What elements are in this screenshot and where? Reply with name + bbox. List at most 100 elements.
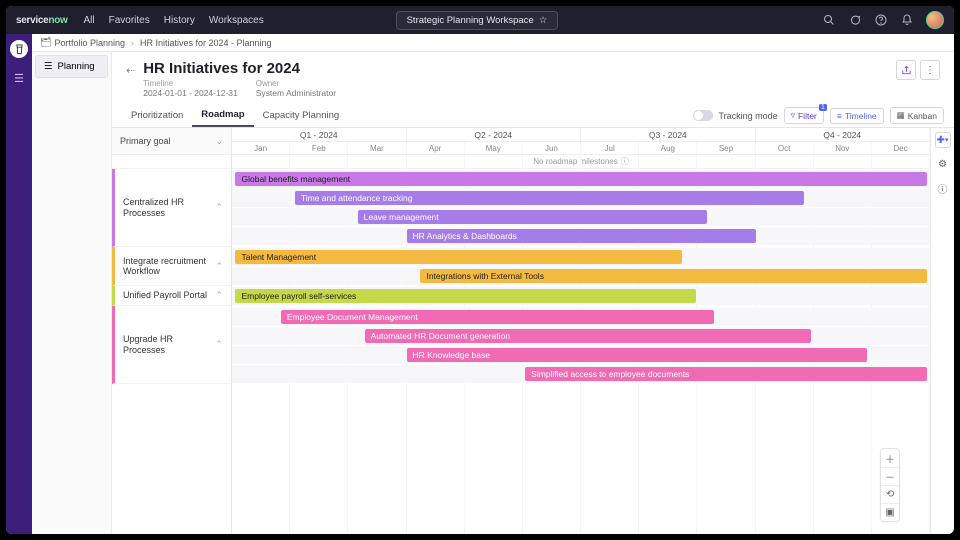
meta-owner-value: System Administrator <box>256 88 336 98</box>
kanban-view-label: Kanban <box>908 111 937 121</box>
chevron-up-icon: ⌃ <box>215 339 223 349</box>
goal-upgrade-hr[interactable]: Upgrade HR Processes ⌃ <box>112 306 231 384</box>
grouping-header[interactable]: Primary goal ⌄ <box>112 128 231 155</box>
bar-leave-mgmt[interactable]: Leave management <box>358 210 707 224</box>
app-chip-icon[interactable] <box>10 40 28 58</box>
chevron-up-icon: ⌃ <box>215 202 223 212</box>
workspace-label: Strategic Planning Workspace <box>407 15 534 26</box>
q-label: Q3 - 2024 <box>581 128 756 141</box>
filter-label: Filter <box>798 111 817 121</box>
chat-icon[interactable] <box>848 13 862 27</box>
bar-talent-mgmt[interactable]: Talent Management <box>235 250 682 264</box>
meta-timeline-value: 2024-01-01 - 2024-12-31 <box>143 88 238 98</box>
star-icon: ☆ <box>539 15 548 26</box>
global-nav: servicenow All Favorites History Workspa… <box>6 6 954 34</box>
info-icon[interactable]: ⓘ <box>935 180 951 196</box>
m-label: Aug <box>639 142 697 154</box>
page-title: HR Initiatives for 2024 <box>143 60 336 77</box>
chevron-down-icon: ⌄ <box>215 136 223 147</box>
brand-text-accent: now <box>48 15 67 26</box>
help-icon[interactable] <box>874 13 888 27</box>
left-panel: ☰ Planning <box>32 52 112 534</box>
m-label: May <box>465 142 523 154</box>
bar-time-attendance[interactable]: Time and attendance tracking <box>295 191 805 205</box>
bar-hr-knowledge[interactable]: HR Knowledge base <box>407 348 868 362</box>
month-header: Jan Feb Mar Apr May Jun Jul Aug Sep Oct <box>232 142 930 155</box>
goal-label: Unified Payroll Portal <box>123 290 207 300</box>
m-label: Nov <box>814 142 872 154</box>
roadmap-side: Primary goal ⌄ Centralized HR Processes ⌃… <box>112 128 232 534</box>
goal-recruitment[interactable]: Integrate recruitment Workflow⌃ <box>112 247 231 286</box>
tracking-mode-toggle[interactable] <box>693 110 713 121</box>
briefcase-icon: 🗂 <box>40 37 51 48</box>
tab-prioritization[interactable]: Prioritization <box>122 105 192 126</box>
tab-bar: Prioritization Roadmap Capacity Planning… <box>112 104 954 128</box>
crumb-sep: › <box>131 38 134 48</box>
bar-payroll-self[interactable]: Employee payroll self-services <box>235 289 696 303</box>
bar-auto-hr-doc[interactable]: Automated HR Document generation <box>365 329 812 343</box>
q-label: Q4 - 2024 <box>756 128 931 141</box>
left-panel-item-planning[interactable]: ☰ Planning <box>35 55 108 78</box>
more-button[interactable]: ⋮ <box>920 60 940 80</box>
goal-label: Upgrade HR Processes <box>123 334 211 355</box>
brand-logo: servicenow <box>16 15 68 26</box>
zoom-in-button[interactable]: ＋ <box>881 449 899 467</box>
nav-links: All Favorites History Workspaces <box>84 15 264 26</box>
left-panel-label: Planning <box>58 61 95 72</box>
nav-all[interactable]: All <box>84 15 95 26</box>
workspace-pill[interactable]: Strategic Planning Workspace ☆ <box>396 11 559 30</box>
nav-workspaces[interactable]: Workspaces <box>209 15 264 26</box>
zoom-fit-button[interactable]: ▣ <box>881 503 899 521</box>
m-label: Feb <box>290 142 348 154</box>
bar-hr-analytics[interactable]: HR Analytics & Dashboards <box>407 229 756 243</box>
goal-centralized-hr[interactable]: Centralized HR Processes ⌃ <box>112 169 231 247</box>
back-icon[interactable]: ⇠ <box>126 64 135 77</box>
list-icon: ☰ <box>44 61 53 72</box>
crumb-current[interactable]: HR Initiatives for 2024 - Planning <box>140 38 272 48</box>
m-label: Mar <box>348 142 406 154</box>
goal-payroll[interactable]: Unified Payroll Portal⌃ <box>112 286 231 306</box>
timeline-icon: ≡ <box>837 111 842 121</box>
kanban-view-button[interactable]: ▦Kanban <box>890 107 944 124</box>
header-actions: ⋮ <box>896 60 940 80</box>
crumb-label: Portfolio Planning <box>54 38 125 48</box>
page-meta: Timeline2024-01-01 - 2024-12-31 OwnerSys… <box>143 79 336 98</box>
kanban-icon: ▦ <box>897 110 905 121</box>
search-icon[interactable] <box>822 13 836 27</box>
nav-favorites[interactable]: Favorites <box>109 15 150 26</box>
meta-timeline-label: Timeline <box>143 79 238 88</box>
nav-history[interactable]: History <box>164 15 195 26</box>
settings-icon[interactable]: ⚙ <box>935 156 951 172</box>
roadmap-chart[interactable]: Q1 - 2024 Q2 - 2024 Q3 - 2024 Q4 - 2024 … <box>232 128 930 534</box>
bar-emp-doc-mgmt[interactable]: Employee Document Management <box>281 310 714 324</box>
q-label: Q1 - 2024 <box>232 128 407 141</box>
zoom-out-button[interactable]: － <box>881 467 899 485</box>
timeline-view-button[interactable]: ≡Timeline <box>830 108 884 124</box>
crumb-portfolio[interactable]: 🗂Portfolio Planning <box>40 37 125 48</box>
bell-icon[interactable] <box>900 13 914 27</box>
m-label: Oct <box>756 142 814 154</box>
goal-label: Centralized HR Processes <box>123 197 211 218</box>
bar-integrations[interactable]: Integrations with External Tools <box>420 269 926 283</box>
tab-roadmap[interactable]: Roadmap <box>192 104 253 127</box>
chevron-up-icon: ⌃ <box>215 261 223 271</box>
zoom-reset-button[interactable]: ⟲ <box>881 485 899 503</box>
collapse-rail-icon[interactable]: ☰ <box>14 72 24 85</box>
tab-capacity[interactable]: Capacity Planning <box>254 105 349 126</box>
filter-button[interactable]: ▿ Filter 1 <box>784 107 824 124</box>
add-item-button[interactable]: ✚▾ <box>935 132 951 148</box>
brand-text: service <box>16 15 48 26</box>
filter-icon: ▿ <box>791 110 795 121</box>
primary-side-rail: ☰ <box>6 34 32 534</box>
info-icon[interactable]: ⓘ <box>621 156 629 167</box>
milestone-side-spacer <box>112 155 231 169</box>
avatar[interactable] <box>926 11 944 29</box>
share-button[interactable] <box>896 60 916 80</box>
m-label: Jul <box>581 142 639 154</box>
quarter-header: Q1 - 2024 Q2 - 2024 Q3 - 2024 Q4 - 2024 <box>232 128 930 142</box>
m-label: Jun <box>523 142 581 154</box>
m-label: Dec <box>872 142 930 154</box>
bar-simplified-access[interactable]: Simplified access to employee documents <box>525 367 926 381</box>
bar-global-benefits[interactable]: Global benefits management <box>235 172 926 186</box>
nav-icon-tray <box>822 11 944 29</box>
